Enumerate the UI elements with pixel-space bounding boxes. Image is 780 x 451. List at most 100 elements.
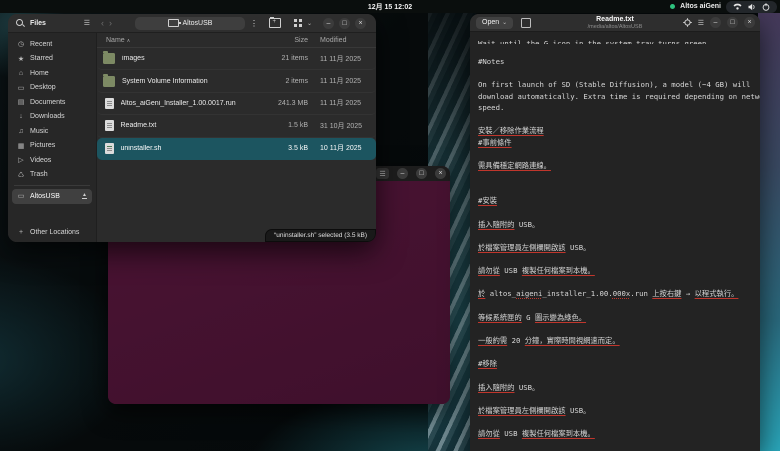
sidebar-item-videos[interactable]: ▷ Videos xyxy=(12,153,92,168)
editor-line: #移除 xyxy=(478,359,497,369)
clock-icon: ◷ xyxy=(17,41,25,49)
desktop-icon: ▭ xyxy=(17,84,25,92)
sidebar-item-other-locations[interactable]: + Other Locations xyxy=(12,226,92,241)
forward-icon[interactable]: › xyxy=(109,18,112,28)
editor-headerbar: Open ⌄ Readme.txt /media/altos/AltosUSB … xyxy=(470,14,760,32)
sidebar-item-starred[interactable]: ★ Starred xyxy=(12,52,92,67)
sidebar-item-home[interactable]: ⌂ Home xyxy=(12,66,92,81)
top-bar: 12月 15 12:02 Altos aiGeni xyxy=(0,0,780,13)
editor-text-area[interactable]: Wait until the G icon in the system tray… xyxy=(478,39,760,451)
file-icon xyxy=(104,120,114,132)
text-editor-window: Open ⌄ Readme.txt /media/altos/AltosUSB … xyxy=(470,14,760,451)
file-size: 3.5 kB xyxy=(288,144,308,152)
sidebar-item-music[interactable]: ♫ Music xyxy=(12,124,92,139)
sidebar-item-pictures[interactable]: ▦ Pictures xyxy=(12,139,92,154)
column-size[interactable]: Size xyxy=(254,37,308,44)
view-grid-icon[interactable] xyxy=(293,19,302,27)
column-modified[interactable]: Modified xyxy=(320,37,372,44)
usb-drive-icon xyxy=(167,19,181,27)
table-row[interactable]: Altos_aiGeni_Installer_1.00.0017.run 241.… xyxy=(97,93,376,116)
column-name[interactable]: Name xyxy=(106,37,125,44)
files-sidebar: ◷ Recent ★ Starred ⌂ Home ▭ Desktop ▤ Documents ↓ D… xyxy=(8,33,96,242)
editor-line: On first launch of SD (Stable Diffusion)… xyxy=(478,79,751,89)
system-tray[interactable] xyxy=(726,0,777,13)
chevron-down-icon: ⌄ xyxy=(502,20,508,26)
minimize-button[interactable]: – xyxy=(710,17,721,28)
file-list: images 21 items 11 11月 2025 System Volume I… xyxy=(97,48,376,160)
file-size: 21 items xyxy=(281,55,308,63)
clock[interactable]: 12月 15 12:02 xyxy=(0,2,780,12)
wifi-icon xyxy=(733,3,742,10)
sidebar-item-downloads[interactable]: ↓ Downloads xyxy=(12,110,92,125)
maximize-button[interactable]: □ xyxy=(727,17,738,28)
sidebar-item-label: Desktop xyxy=(30,84,56,92)
sidebar-divider xyxy=(14,185,90,186)
file-icon xyxy=(104,97,114,109)
app-menu-icon[interactable]: ☰ xyxy=(84,19,90,27)
maximize-button[interactable]: □ xyxy=(339,17,350,29)
sidebar-item-altosusb[interactable]: ▭ AltosUSB ▲ xyxy=(12,189,92,204)
file-icon xyxy=(104,142,114,154)
editor-line: #Notes xyxy=(478,56,505,66)
status-dot-icon xyxy=(670,4,676,9)
files-window: Files ☰ ‹ › AltosUSB ⋮ ⌄ – □ × xyxy=(8,14,376,242)
editor-line: 需具備穩定網路連線。 xyxy=(478,161,551,171)
desktop: 12月 15 12:02 Altos aiGeni ☰ – □ × Files … xyxy=(0,0,780,451)
editor-line: 插入隨附的 USB。 xyxy=(478,382,540,392)
gear-icon[interactable] xyxy=(682,18,692,27)
kebab-menu-icon[interactable]: ⋮ xyxy=(250,19,258,28)
sidebar-item-desktop[interactable]: ▭ Desktop xyxy=(12,81,92,96)
minimize-button[interactable]: – xyxy=(397,168,408,179)
documents-icon: ▤ xyxy=(17,99,25,107)
sidebar-item-documents[interactable]: ▤ Documents xyxy=(12,95,92,110)
sidebar-item-label: Music xyxy=(30,127,49,135)
editor-line: #安裝 xyxy=(478,196,497,206)
file-name: uninstaller.sh xyxy=(120,144,162,152)
table-row[interactable]: Readme.txt 1.5 kB 31 10月 2025 xyxy=(97,115,376,138)
table-row[interactable]: uninstaller.sh 3.5 kB 10 11月 2025 xyxy=(97,137,376,160)
hamburger-menu-icon[interactable]: ☰ xyxy=(698,19,704,27)
hamburger-menu-icon[interactable]: ☰ xyxy=(376,168,389,179)
table-row[interactable]: images 21 items 11 11月 2025 xyxy=(97,48,376,71)
close-button[interactable]: × xyxy=(744,17,755,28)
maximize-button[interactable]: □ xyxy=(416,168,427,179)
editor-line: 於檔案管理員左側欄開啟該 USB。 xyxy=(478,405,591,415)
editor-line: 於檔案管理員左側欄開啟該 USB。 xyxy=(478,242,591,252)
table-row[interactable]: System Volume Information 2 items 11 11月 2… xyxy=(97,70,376,93)
wallpaper-right-gradient xyxy=(758,13,780,451)
back-icon[interactable]: ‹ xyxy=(101,18,104,28)
search-icon[interactable] xyxy=(16,19,24,27)
minimize-button[interactable]: – xyxy=(323,17,334,29)
file-modified: 11 11月 2025 xyxy=(320,100,361,108)
new-folder-icon[interactable] xyxy=(268,17,281,28)
sidebar-item-label: Downloads xyxy=(30,113,65,121)
pictures-icon: ▦ xyxy=(17,142,25,150)
eject-icon[interactable]: ▲ xyxy=(82,193,87,200)
location-label: AltosUSB xyxy=(182,19,213,27)
view-dropdown-icon[interactable]: ⌄ xyxy=(307,20,312,27)
column-headers[interactable]: Name ∧ Size Modified xyxy=(97,33,376,48)
app-indicator[interactable]: Altos aiGeni xyxy=(680,3,721,10)
files-list-pane: Name ∧ Size Modified images 21 items 11 11… xyxy=(96,33,376,242)
open-button[interactable]: Open ⌄ xyxy=(476,16,514,29)
editor-line: 於 altos_aigeni_installer_1.00.000x.run 上… xyxy=(478,289,739,299)
file-modified: 10 11月 2025 xyxy=(320,145,362,153)
close-button[interactable]: × xyxy=(355,17,366,29)
editor-line: 請勿從 USB 複製任何檔案到本機。 xyxy=(478,266,595,276)
editor-line: 插入隨附的 USB。 xyxy=(478,219,540,229)
close-button[interactable]: × xyxy=(435,168,446,179)
location-tab[interactable]: AltosUSB xyxy=(135,16,245,30)
new-tab-icon[interactable] xyxy=(521,17,532,28)
sidebar-item-recent[interactable]: ◷ Recent xyxy=(12,37,92,52)
sidebar-item-trash[interactable]: ♺ Trash xyxy=(12,168,92,183)
